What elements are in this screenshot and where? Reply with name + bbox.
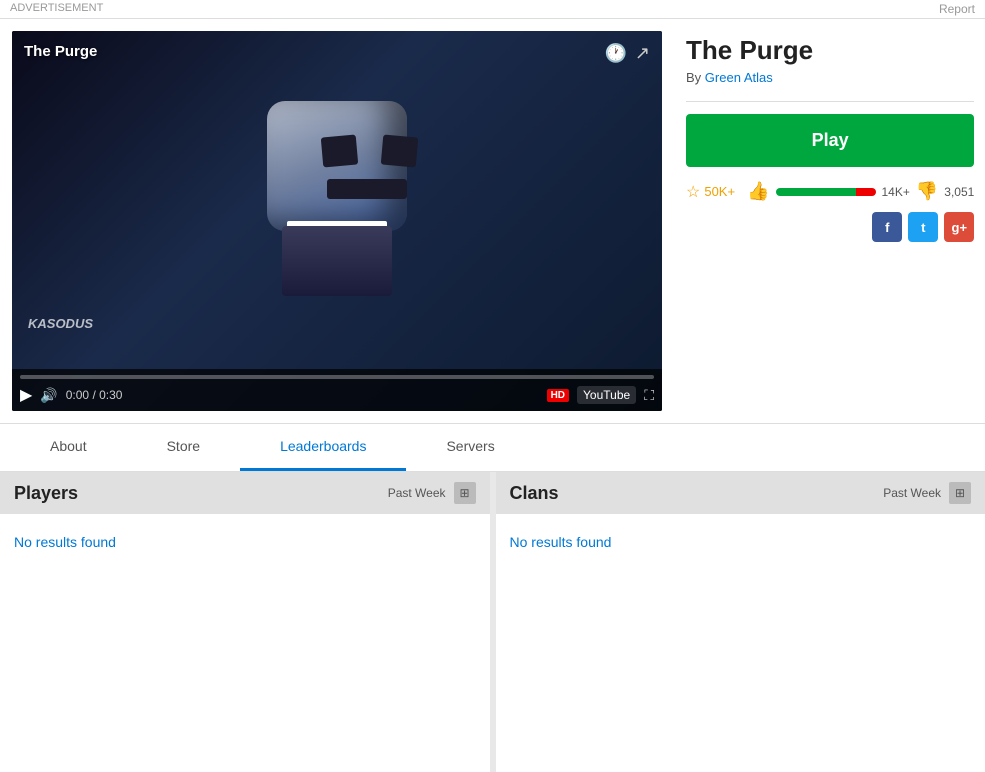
thumbdown-icon[interactable]: 👎 — [916, 181, 938, 202]
top-bar: ADVERTISEMENT Report — [0, 0, 985, 19]
clans-header-right: Past Week ⊞ — [883, 482, 971, 504]
share-icon-button[interactable]: ↗ — [635, 43, 650, 64]
star-rating: ☆ 50K+ — [686, 182, 735, 202]
hd-badge: HD — [547, 389, 569, 402]
googleplus-icon: g+ — [952, 220, 968, 235]
twitter-icon: t — [921, 220, 925, 235]
game-title: The Purge — [686, 35, 974, 66]
video-scene — [12, 31, 662, 411]
youtube-badge: YouTube — [577, 386, 636, 404]
players-title: Players — [14, 483, 78, 504]
like-bar-red — [856, 188, 876, 196]
fullscreen-button[interactable]: ⛶ — [644, 387, 654, 404]
social-row: f t g+ — [686, 212, 974, 242]
players-filter-icon[interactable]: ⊞ — [454, 482, 476, 504]
rating-row: ☆ 50K+ 👍 14K+ 👎 3,051 — [686, 181, 974, 202]
tab-servers[interactable]: Servers — [406, 424, 534, 471]
twitter-button[interactable]: t — [908, 212, 938, 242]
watermark: KASODUS — [28, 316, 93, 331]
like-bar-green — [776, 188, 856, 196]
video-controls-top: 🕐 ↗ — [604, 43, 650, 64]
roblox-character — [237, 101, 437, 321]
leaderboard-section: Players Past Week ⊞ No results found Cla… — [0, 472, 985, 772]
report-link[interactable]: Report — [939, 2, 975, 16]
like-section: 👍 14K+ 👎 3,051 — [747, 181, 974, 202]
game-info-panel: The Purge By Green Atlas Play ☆ 50K+ 👍 1… — [678, 31, 982, 411]
dislike-count: 3,051 — [944, 185, 974, 199]
char-eye-right — [381, 135, 418, 168]
thumbup-icon[interactable]: 👍 — [747, 181, 769, 202]
progress-bar-track[interactable] — [20, 375, 654, 379]
facebook-icon: f — [885, 220, 889, 235]
play-button[interactable]: Play — [686, 114, 974, 167]
clans-title: Clans — [510, 483, 559, 504]
video-title-overlay: The Purge — [24, 43, 97, 60]
char-body — [282, 226, 392, 296]
char-face — [302, 121, 432, 211]
game-author: By Green Atlas — [686, 70, 974, 85]
time-display: 0:00 / 0:30 — [66, 388, 123, 402]
like-bar-container — [776, 188, 876, 196]
star-count: 50K+ — [704, 184, 735, 199]
tab-store[interactable]: Store — [127, 424, 240, 471]
players-panel: Players Past Week ⊞ No results found — [0, 472, 490, 772]
clans-filter-icon[interactable]: ⊞ — [949, 482, 971, 504]
clans-no-results: No results found — [510, 534, 612, 550]
clans-header: Clans Past Week ⊞ — [496, 472, 985, 514]
clans-panel: Clans Past Week ⊞ No results found — [490, 472, 985, 772]
char-eye-left — [321, 135, 358, 168]
googleplus-button[interactable]: g+ — [944, 212, 974, 242]
video-progress-area: ▶ 🔊 0:00 / 0:30 HD YouTube ⛶ — [12, 369, 662, 411]
video-bottom-controls: ▶ 🔊 0:00 / 0:30 HD YouTube ⛶ — [20, 385, 654, 405]
author-by-label: By — [686, 70, 701, 85]
author-link[interactable]: Green Atlas — [705, 70, 773, 85]
youtube-label: YouTube — [583, 388, 630, 402]
video-play-button[interactable]: ▶ — [20, 385, 32, 405]
players-time-filter: Past Week — [388, 486, 446, 500]
players-header-right: Past Week ⊞ — [388, 482, 476, 504]
clock-icon-button[interactable]: 🕐 — [604, 43, 626, 64]
video-container: The Purge 🕐 ↗ KASODUS ▶ 🔊 0:00 / 0:30 HD… — [12, 31, 662, 411]
volume-icon[interactable]: 🔊 — [40, 387, 57, 404]
main-content: The Purge 🕐 ↗ KASODUS ▶ 🔊 0:00 / 0:30 HD… — [0, 19, 985, 424]
divider-1 — [686, 101, 974, 102]
tab-about[interactable]: About — [10, 424, 127, 471]
tab-leaderboards[interactable]: Leaderboards — [240, 424, 406, 471]
clans-body: No results found — [496, 514, 985, 570]
star-icon: ☆ — [686, 182, 700, 202]
char-head — [267, 101, 407, 231]
clans-time-filter: Past Week — [883, 486, 941, 500]
players-body: No results found — [0, 514, 490, 570]
facebook-button[interactable]: f — [872, 212, 902, 242]
advertisement-label: ADVERTISEMENT — [10, 2, 103, 16]
char-mouth — [327, 179, 407, 199]
players-no-results: No results found — [14, 534, 116, 550]
players-header: Players Past Week ⊞ — [0, 472, 490, 514]
like-count: 14K+ — [882, 185, 910, 199]
tabs-bar: About Store Leaderboards Servers — [0, 424, 985, 472]
